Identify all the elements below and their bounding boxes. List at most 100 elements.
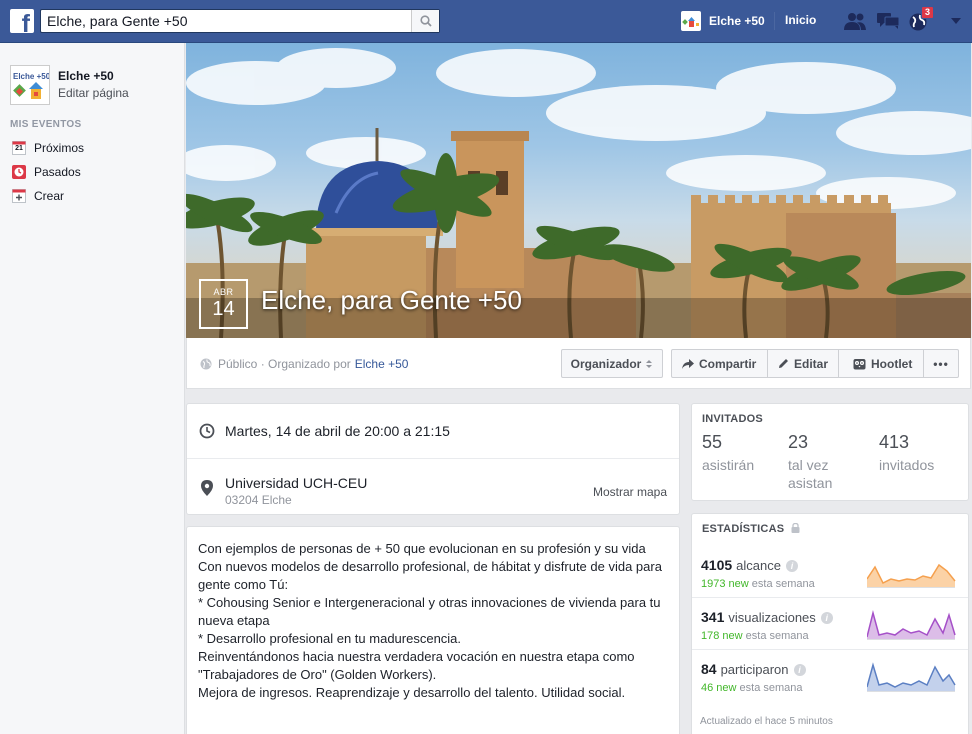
sidebar-item-label: Próximos xyxy=(34,141,85,155)
statistics-heading: ESTADÍSTICAS xyxy=(702,522,800,535)
separator xyxy=(774,12,775,30)
event-description: Con ejemplos de personas de + 50 que evo… xyxy=(198,540,668,702)
edit-button[interactable]: Editar xyxy=(768,350,839,377)
statistics-title: ESTADÍSTICAS xyxy=(702,523,785,535)
reach-value: 4105 xyxy=(701,557,733,573)
description-line: * Cohousing Senior e Intergeneracional y… xyxy=(198,595,661,628)
top-navigation-bar: f Elche +50 Inicio 3 xyxy=(0,0,972,43)
sidebar-item-create[interactable]: Crear xyxy=(12,188,64,204)
invited-summary-card: INVITADOS 55 asistirán 23 tal vez asista… xyxy=(691,403,969,501)
hootlet-button[interactable]: Hootlet xyxy=(839,350,924,377)
calendar-icon: 21 xyxy=(12,141,26,155)
reach-new: 1973 new xyxy=(701,578,749,590)
participated-subtitle: 46 new esta semana xyxy=(701,682,803,694)
sidebar-item-label: Crear xyxy=(34,189,65,203)
reach-sparkline xyxy=(867,563,956,588)
page-avatar xyxy=(681,11,701,31)
edit-label: Editar xyxy=(793,356,828,371)
friend-requests-icon[interactable] xyxy=(843,11,866,31)
plus-icon xyxy=(12,189,26,203)
share-button[interactable]: Compartir xyxy=(672,350,768,377)
page-logo[interactable]: Elche +50 xyxy=(10,65,50,105)
event-location-row: Universidad UCH-CEU 03204 Elche Mostrar … xyxy=(187,460,679,516)
home-link[interactable]: Inicio xyxy=(785,13,816,27)
more-options-button[interactable]: ••• xyxy=(924,350,958,377)
page-name-link[interactable]: Elche +50 xyxy=(58,69,114,83)
event-month: ABR xyxy=(213,287,234,297)
search-input[interactable] xyxy=(41,10,411,32)
edit-page-link[interactable]: Editar página xyxy=(58,86,129,100)
organizer-link[interactable]: Elche +50 xyxy=(355,357,409,371)
event-day: 14 xyxy=(212,298,235,320)
event-actions-button-group: Compartir Editar Hootlet ••• xyxy=(671,349,959,378)
going-number: 55 xyxy=(702,432,723,452)
description-line: Con ejemplos de personas de + 50 que evo… xyxy=(198,541,646,556)
search-button[interactable] xyxy=(411,10,439,32)
venue-name-link[interactable]: Universidad UCH-CEU xyxy=(225,475,367,491)
sidebar-item-past[interactable]: Pasados xyxy=(12,164,81,180)
sidebar-item-upcoming[interactable]: 21 Próximos xyxy=(12,140,84,156)
account-menu-chevron-down-icon[interactable] xyxy=(951,18,961,24)
description-line: Con nuevos modelos de desarrollo profesi… xyxy=(198,559,662,592)
sort-arrows-icon xyxy=(646,359,653,368)
organizer-dropdown-button[interactable]: Organizador xyxy=(561,349,663,378)
globe-icon xyxy=(200,358,212,370)
participated-sparkline xyxy=(867,662,956,692)
views-number: 341 visualizaciones i xyxy=(701,609,833,625)
info-icon[interactable]: i xyxy=(785,560,798,572)
messages-icon[interactable] xyxy=(876,11,900,31)
privacy-text: Público · Organizado por xyxy=(218,357,351,371)
clock-icon xyxy=(199,423,215,439)
invited-label: invitados xyxy=(879,457,935,473)
calendar-day-number: 21 xyxy=(15,145,23,152)
reach-period: esta semana xyxy=(751,578,815,590)
organizer-button-label: Organizador xyxy=(570,356,642,371)
description-line: Reinventándonos hacia nuestra verdadera … xyxy=(198,649,635,682)
search-icon xyxy=(420,15,432,27)
event-date-badge: ABR 14 xyxy=(199,279,248,329)
stat-row-views[interactable]: 341 visualizaciones i 178 new esta semana xyxy=(692,599,968,650)
views-period: esta semana xyxy=(745,630,809,642)
reach-number: 4105 alcance i xyxy=(701,557,798,573)
event-title: Elche, para Gente +50 xyxy=(261,285,522,315)
event-privacy-info: Público · Organizado por Elche +50 xyxy=(200,357,408,371)
description-line: * Desarrollo profesional en tu maduresce… xyxy=(198,631,462,646)
views-sparkline xyxy=(867,610,956,640)
map-pin-icon xyxy=(201,480,213,496)
stat-row-reach[interactable]: 4105 alcance i 1973 new esta semana xyxy=(692,547,968,598)
reach-subtitle: 1973 new esta semana xyxy=(701,578,815,590)
invited-number: 413 xyxy=(879,432,910,452)
sidebar-item-label: Pasados xyxy=(34,165,81,179)
search-box[interactable] xyxy=(40,9,440,33)
pencil-icon xyxy=(778,359,788,368)
participated-label: participaron xyxy=(720,662,789,677)
invited-heading: INVITADOS xyxy=(702,413,763,425)
event-statistics-card: ESTADÍSTICAS 4105 alcance i 1973 new esta … xyxy=(691,513,969,734)
reach-label: alcance xyxy=(736,558,781,573)
venue-address: 03204 Elche xyxy=(225,493,292,507)
share-label: Compartir xyxy=(699,356,757,371)
left-sidebar: Elche +50 Elche +50 Editar página MIS EV… xyxy=(0,43,185,734)
maybe-number: 23 xyxy=(788,432,809,452)
participated-value: 84 xyxy=(701,661,717,677)
profile-link[interactable]: Elche +50 xyxy=(681,10,765,32)
info-icon[interactable]: i xyxy=(820,612,833,624)
hootlet-owl-icon xyxy=(853,358,866,369)
going-label: asistirán xyxy=(702,457,755,473)
stat-row-participated[interactable]: 84 participaron i 46 new esta semana xyxy=(692,651,968,702)
clock-icon xyxy=(12,165,26,179)
stats-updated-time: Actualizado el hace 5 minutos xyxy=(700,716,833,727)
show-map-link[interactable]: Mostrar mapa xyxy=(593,485,667,499)
event-details-card: Martes, 14 de abril de 20:00 a 21:15 Uni… xyxy=(186,403,680,515)
participated-new: 46 new xyxy=(701,682,737,694)
lock-icon xyxy=(791,522,800,533)
hootlet-label: Hootlet xyxy=(871,356,913,371)
info-icon[interactable]: i xyxy=(793,664,806,676)
participated-period: esta semana xyxy=(739,682,803,694)
event-datetime: Martes, 14 de abril de 20:00 a 21:15 xyxy=(225,423,450,439)
profile-name: Elche +50 xyxy=(709,14,765,28)
facebook-logo-icon[interactable]: f xyxy=(10,9,34,33)
event-datetime-row: Martes, 14 de abril de 20:00 a 21:15 xyxy=(187,404,679,459)
views-value: 341 xyxy=(701,609,725,625)
notification-count-badge: 3 xyxy=(921,6,935,19)
